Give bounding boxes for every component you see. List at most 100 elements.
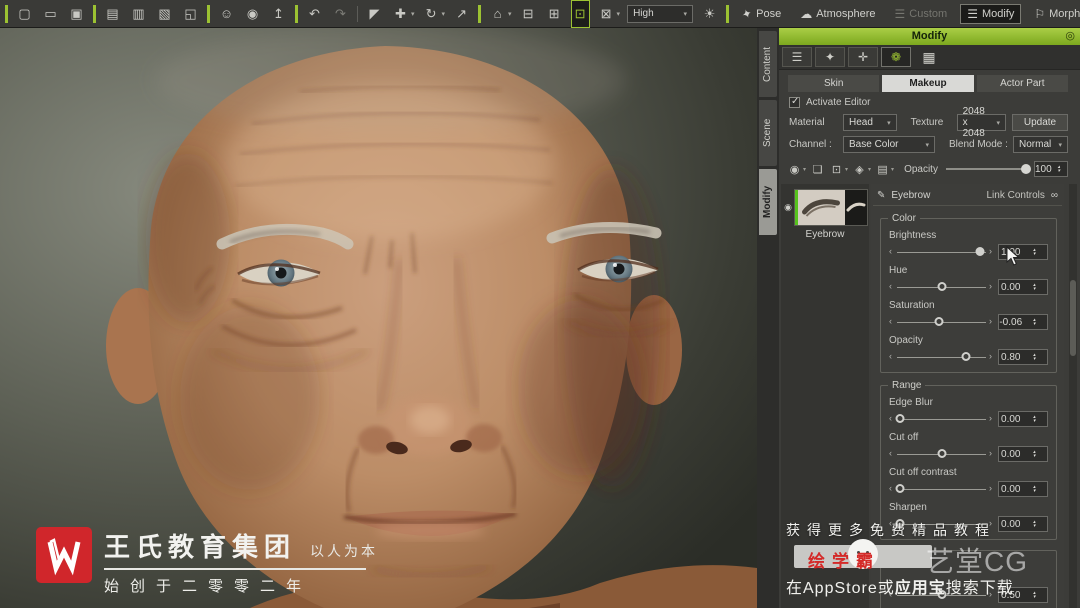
panel-scrollbar-thumb[interactable] — [1070, 280, 1076, 356]
tab-proportion-icon[interactable]: ✛ — [848, 47, 878, 67]
link-controls-icon[interactable]: ∞ — [1051, 190, 1058, 201]
cut-off-contrast-slider-handle[interactable] — [895, 484, 905, 493]
opacity-slider[interactable] — [945, 164, 1031, 174]
select-tool-icon[interactable]: ◤ — [365, 1, 384, 27]
tab-physics-icon[interactable]: ✦ — [815, 47, 845, 67]
material-select[interactable]: Head ▾ — [843, 114, 897, 131]
edge-blur-slider[interactable]: ‹ › 0.00 ▴ ▾ — [889, 411, 1048, 427]
hue-slider-handle[interactable] — [937, 282, 946, 291]
saturation-slider[interactable]: ‹ › -0.06 ▴ ▾ — [889, 314, 1048, 330]
brightness-slider-handle[interactable] — [975, 247, 985, 256]
right-watermark: 获得更多免费精品教程 绘学霸 艺堂CG 在AppStore或应用宝搜索下载 — [786, 520, 1072, 598]
activate-editor-checkbox[interactable] — [789, 96, 800, 108]
cut-off-contrast-slider[interactable]: ‹ › 0.00 ▴ ▾ — [889, 481, 1048, 497]
rotate-tool-dropdown-icon[interactable]: ▾ — [442, 10, 446, 18]
color-opacity-value-input[interactable]: 0.80 ▴ ▾ — [998, 349, 1048, 365]
move-tool-icon[interactable]: ✚ — [391, 1, 410, 27]
tab-morph-sliders-icon[interactable]: ☰ — [782, 47, 812, 67]
eyebrow-layer-thumbnail[interactable] — [794, 189, 868, 226]
blend-mode-select[interactable]: Normal ▾ — [1013, 136, 1068, 153]
side-tab-content[interactable]: Content — [759, 31, 777, 97]
cut-off-contrast-label: Cut off contrast — [889, 467, 957, 478]
custom-label: Custom — [909, 7, 948, 20]
edge-blur-value-input[interactable]: 0.00 ▴ ▾ — [998, 411, 1048, 427]
tab-skin[interactable]: Skin — [788, 75, 880, 92]
opacity-spinner[interactable]: ▴ ▾ — [1052, 165, 1067, 174]
brightness-slider[interactable]: ‹ › 1.00▴▾ — [889, 244, 1048, 260]
side-tab-modify[interactable]: Modify — [759, 169, 777, 235]
atmosphere-button[interactable]: ☁ Atmosphere — [794, 5, 881, 23]
duplicate-layer-icon[interactable]: ❏ — [810, 163, 825, 176]
cut-off-contrast-value-input[interactable]: 0.00 ▴ ▾ — [998, 481, 1048, 497]
quality-value: High — [633, 8, 654, 19]
paste-layer-icon[interactable]: ▤ — [875, 163, 890, 176]
channel-value: Base Color — [849, 139, 899, 150]
pose-button[interactable]: ✦ Pose — [736, 5, 787, 23]
light-icon[interactable]: ☀ — [700, 1, 719, 27]
hue-slider[interactable]: ‹ › 0.00 ▴ ▾ — [889, 279, 1048, 295]
tab-makeup[interactable]: Makeup — [882, 75, 974, 92]
move-tool-dropdown-icon[interactable]: ▾ — [411, 10, 415, 18]
panel-pin-icon[interactable]: ◎ — [1065, 28, 1075, 45]
layer-visibility-icon[interactable]: ◉ — [787, 163, 802, 176]
quality-select[interactable]: High ▾ — [627, 4, 694, 23]
channel-select[interactable]: Base Color ▾ — [843, 136, 935, 153]
layer-item-eyebrow[interactable]: ◉ — [782, 189, 868, 226]
import-file-icon[interactable]: ▤ — [103, 1, 122, 27]
fill-bucket-icon[interactable]: ◈ — [852, 163, 867, 176]
camera-frame-icon[interactable]: ⊡ — [570, 0, 590, 28]
undo-icon[interactable]: ↶ — [305, 1, 324, 27]
saturation-value-input[interactable]: -0.06 ▴ ▾ — [998, 314, 1048, 330]
scale-tool-icon[interactable]: ↗ — [452, 1, 471, 27]
camera-add-icon[interactable]: ⊞ — [545, 1, 564, 27]
saturation-slider-handle[interactable] — [934, 317, 944, 326]
bucket-dropdown-icon[interactable]: ▾ — [868, 166, 871, 173]
eyebrow-properties-header[interactable]: ✎ Eyebrow Link Controls ∞ — [873, 186, 1062, 206]
export-file-icon[interactable]: ▧ — [155, 1, 174, 27]
texture-label: Texture — [910, 117, 944, 128]
marquee-dropdown-icon[interactable]: ▾ — [845, 166, 848, 173]
paste-dropdown-icon[interactable]: ▾ — [891, 166, 894, 173]
texture-size-select[interactable]: 2048 x 2048 ▾ — [956, 106, 1006, 139]
hue-value-input[interactable]: 0.00 ▴ ▾ — [998, 279, 1048, 295]
modify-button[interactable]: ☰ Modify — [960, 3, 1022, 24]
side-tab-strip: Content Scene Modify — [757, 28, 779, 608]
camera-figure-dropdown-icon[interactable]: ▾ — [617, 10, 621, 18]
color-opacity-slider[interactable]: ‹ › 0.80 ▴ ▾ — [889, 349, 1048, 365]
save-file-icon[interactable]: ▥ — [129, 1, 148, 27]
redo-icon[interactable]: ↷ — [331, 1, 350, 27]
tab-actor-part[interactable]: Actor Part — [976, 75, 1068, 92]
cut-off-slider[interactable]: ‹ › 0.00 ▴ ▾ — [889, 446, 1048, 462]
edit-character-icon[interactable]: ☺ — [217, 1, 236, 27]
update-button[interactable]: Update — [1012, 114, 1068, 131]
viewport[interactable]: 王氏教育集团 以人为本 始创于二零零二年 — [0, 28, 757, 608]
home-view-icon[interactable]: ⌂ — [488, 1, 507, 27]
export-character-icon[interactable]: ↥ — [269, 1, 288, 27]
visibility-dropdown-icon[interactable]: ▾ — [803, 166, 806, 173]
watermark-founded-text: 始创于二零零二年 — [104, 578, 313, 595]
tab-texture-checker-icon[interactable]: ▦ — [914, 47, 944, 67]
morph-button[interactable]: ⚐ Morph — [1028, 5, 1080, 23]
marquee-select-icon[interactable]: ⊡ — [829, 163, 844, 176]
edge-blur-slider-handle[interactable] — [895, 414, 905, 423]
save-project-icon[interactable]: ▣ — [67, 1, 86, 27]
appearance-subtabs: Skin Makeup Actor Part — [788, 75, 1068, 92]
home-view-dropdown-icon[interactable]: ▾ — [508, 10, 512, 18]
render-icon[interactable]: ◱ — [181, 1, 200, 27]
side-tab-scene[interactable]: Scene — [759, 100, 777, 166]
opacity-slider-handle[interactable] — [1021, 164, 1031, 174]
rotate-tool-icon[interactable]: ↻ — [422, 1, 441, 27]
channel-label: Channel : — [789, 139, 832, 150]
open-project-icon[interactable]: ▭ — [41, 1, 60, 27]
cut-off-slider-handle[interactable] — [937, 449, 946, 458]
camera-figure-icon[interactable]: ⊠ — [597, 1, 616, 27]
new-project-icon[interactable]: ▢ — [15, 1, 34, 27]
opacity-value-input[interactable]: 100 ▴ ▾ — [1034, 161, 1068, 177]
tab-appearance-icon[interactable]: ❁ — [881, 47, 911, 67]
camera-down-icon[interactable]: ⊟ — [519, 1, 538, 27]
eye-visibility-icon[interactable]: ◉ — [782, 202, 794, 213]
cut-off-value-input[interactable]: 0.00 ▴ ▾ — [998, 446, 1048, 462]
find-character-icon[interactable]: ◉ — [243, 1, 262, 27]
watermark-badge-text: 绘学霸 — [808, 552, 880, 571]
color-opacity-slider-handle[interactable] — [961, 352, 971, 361]
